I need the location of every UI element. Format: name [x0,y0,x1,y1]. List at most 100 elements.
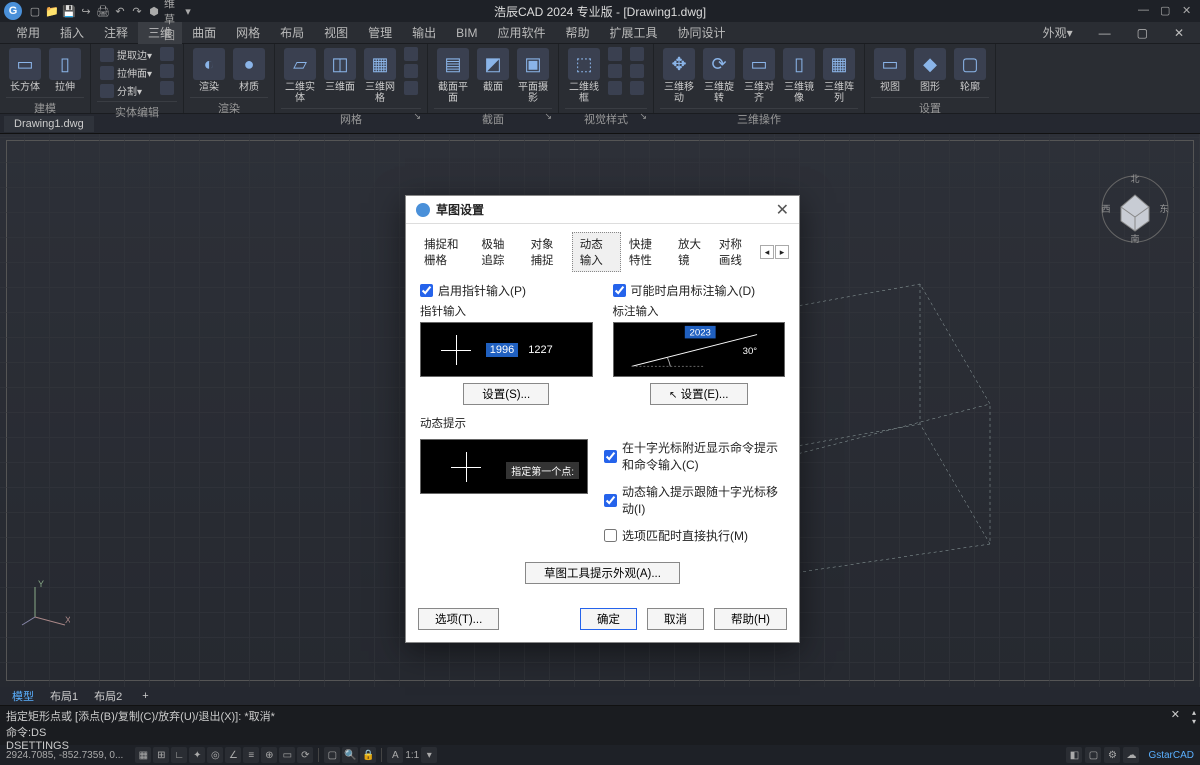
menu-mesh[interactable]: 网格 [226,21,270,44]
tool-3dalign[interactable]: ▭三维对齐 [740,46,778,106]
menu-surface[interactable]: 曲面 [182,21,226,44]
chk-crosshair-prompt[interactable]: 在十字光标附近显示命令提示和命令输入(C) [604,439,785,473]
tool-extract-edge[interactable]: 提取边▾ [97,46,155,63]
tool-vs2[interactable] [605,63,625,79]
menu-ext[interactable]: 扩展工具 [600,21,668,44]
tool-se1[interactable] [157,46,177,62]
tool-vs4[interactable] [627,46,647,62]
tool-3darray[interactable]: ▦三维阵列 [820,46,858,106]
cmdline-up-icon[interactable]: ▴ [1192,708,1196,717]
chk-enable-dim-input[interactable] [613,284,626,297]
tool-2dsolid[interactable]: ▱二维实体 [281,46,319,106]
qat-dropdown-icon[interactable]: ▾ [181,4,195,18]
tool-flatshot[interactable]: ▣平面摄影 [514,46,552,106]
settings-s-button[interactable]: 设置(S)... [463,383,549,405]
menu-collab[interactable]: 协同设计 [668,21,736,44]
tab-magnifier[interactable]: 放大镜 [670,232,711,272]
chk-match-direct[interactable]: 选项匹配时直接执行(M) [604,527,785,544]
tool-vs5[interactable] [627,63,647,79]
tool-wireframe[interactable]: ⬚二维线框 [565,46,603,106]
menu-annotate[interactable]: 注释 [94,21,138,44]
tab-prev-icon[interactable]: ◂ [760,245,774,259]
tool-vs6[interactable] [627,80,647,96]
chk-follow-crosshair[interactable]: 动态输入提示跟随十字光标移动(I) [604,483,785,517]
settings-e-button[interactable]: ↖ 设置(E)... [650,383,748,405]
tool-box[interactable]: ▭长方体 [6,46,44,95]
layout-add-icon[interactable]: + [134,689,156,703]
tool-extrude[interactable]: ▯拉伸 [46,46,84,95]
menu-output[interactable]: 输出 [402,21,446,44]
menu-layout[interactable]: 布局 [270,21,314,44]
help-button[interactable]: 帮助(H) [714,608,787,630]
menu-view[interactable]: 视图 [314,21,358,44]
chk-crosshair-input[interactable] [604,450,617,463]
expand-icon[interactable]: ↘ [413,111,421,122]
tool-outline[interactable]: ▢轮廓 [951,46,989,95]
qat-open-icon[interactable]: 📁 [45,4,59,18]
app-logo[interactable]: G [4,2,22,20]
chk-match-input[interactable] [604,529,617,542]
menu-common[interactable]: 常用 [6,21,50,44]
ribbon-min-icon[interactable]: — [1089,23,1121,43]
tab-dynamic-input[interactable]: 动态输入 [572,232,621,272]
menu-bim[interactable]: BIM [446,23,487,43]
cancel-button[interactable]: 取消 [647,608,704,630]
tool-vs1[interactable] [605,46,625,62]
tool-render[interactable]: ◐渲染 [190,46,228,95]
view-cube[interactable]: 北 南 西 东 [1100,174,1170,244]
tool-graphics[interactable]: ◆图形 [911,46,949,95]
tool-vs3[interactable] [605,80,625,96]
maximize-icon[interactable]: ▢ [1160,4,1174,18]
qat-sketch-mode[interactable]: 二维草图 [164,4,178,18]
dialog-close-icon[interactable]: ✕ [776,200,789,220]
tool-material[interactable]: ●材质 [230,46,268,95]
tool-secplane[interactable]: ▤截面平面 [434,46,472,106]
tool-mesh2[interactable] [401,63,421,79]
tab-polar[interactable]: 极轴追踪 [473,232,522,272]
cmdline-close-icon[interactable]: ✕ [1171,708,1180,721]
tool-view[interactable]: ▭视图 [871,46,909,95]
tab-next-icon[interactable]: ▸ [775,245,789,259]
tool-section[interactable]: ◩截面 [474,46,512,95]
chk-follow-input[interactable] [604,494,617,507]
ok-button[interactable]: 确定 [580,608,637,630]
menu-insert[interactable]: 插入 [50,21,94,44]
layout-2[interactable]: 布局2 [86,687,130,705]
tool-se2[interactable] [157,63,177,79]
tool-mesh3[interactable] [401,80,421,96]
close-icon[interactable]: ✕ [1182,4,1196,18]
qat-redo-icon[interactable]: ↷ [130,4,144,18]
tool-split[interactable]: 分割▾ [97,82,155,99]
layout-1[interactable]: 布局1 [42,687,86,705]
tool-3drotate[interactable]: ⟳三维旋转 [700,46,738,106]
tab-quick-props[interactable]: 快捷特性 [621,232,670,272]
minimize-icon[interactable]: — [1138,4,1152,18]
chk-enable-pointer-input[interactable] [420,284,433,297]
expand-icon[interactable]: ↘ [544,111,552,122]
appearance-button[interactable]: 草图工具提示外观(A)... [525,562,680,584]
command-line[interactable]: ✕ ▴▾ 指定矩形点或 [添点(B)/复制(C)/放弃(U)/退出(X)]: *… [0,705,1200,745]
qat-undo-icon[interactable]: ↶ [113,4,127,18]
menu-apps[interactable]: 应用软件 [488,21,556,44]
layout-model[interactable]: 模型 [4,687,42,705]
chk-enable-pointer[interactable]: 启用指针输入(P) [420,282,593,299]
qat-save-icon[interactable]: 💾 [62,4,76,18]
menu-manage[interactable]: 管理 [358,21,402,44]
tool-3dmesh[interactable]: ▦三维网格 [361,46,399,106]
tool-mesh1[interactable] [401,46,421,62]
tool-3dmirror[interactable]: ▯三维镜像 [780,46,818,106]
tool-se3[interactable] [157,80,177,96]
ribbon-rest-icon[interactable]: ▢ [1127,23,1158,43]
cmdline-down-icon[interactable]: ▾ [1192,717,1196,726]
tab-symmetric[interactable]: 对称画线 [711,232,760,272]
tool-3dface[interactable]: ◫三维面 [321,46,359,95]
doc-tab[interactable]: Drawing1.dwg [4,116,94,132]
qat-new-icon[interactable]: ▢ [28,4,42,18]
appearance-dropdown[interactable]: 外观▾ [1033,21,1083,44]
tool-3dmove[interactable]: ✥三维移动 [660,46,698,106]
tab-snap-grid[interactable]: 捕捉和栅格 [416,232,473,272]
options-button[interactable]: 选项(T)... [418,608,499,630]
qat-export-icon[interactable]: ↪ [79,4,93,18]
ribbon-close-icon[interactable]: ✕ [1164,23,1194,43]
tab-osnap[interactable]: 对象捕捉 [523,232,572,272]
